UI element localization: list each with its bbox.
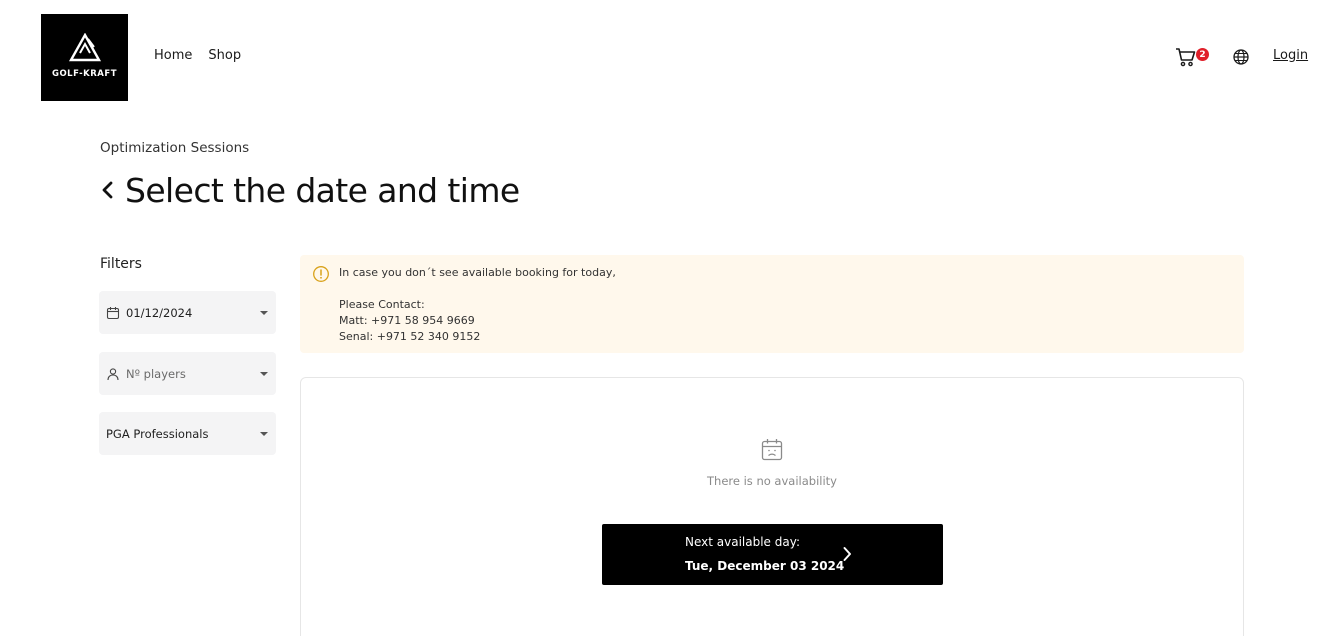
professional-filter-value: PGA Professionals: [106, 426, 209, 441]
logo-mark-icon: [68, 32, 101, 61]
date-filter-value: 01/12/2024: [126, 305, 193, 320]
notice-text: In case you don´t see available booking …: [339, 265, 616, 343]
notice-line: Please Contact:: [339, 298, 425, 311]
cart-icon: [1176, 48, 1196, 67]
page-title: Select the date and time: [125, 170, 520, 210]
nav-home-link[interactable]: Home: [154, 48, 192, 63]
next-available-date: Tue, December 03 2024: [685, 559, 845, 573]
notice-line: [339, 281, 616, 297]
no-availability-text: There is no availability: [707, 474, 837, 488]
players-filter-select[interactable]: Nº players: [99, 352, 276, 395]
login-link[interactable]: Login: [1273, 48, 1308, 63]
cart-count-badge: 2: [1196, 48, 1209, 61]
calendar-sad-icon: [761, 438, 783, 462]
next-available-day-button[interactable]: Next available day: Tue, December 03 202…: [602, 524, 943, 585]
title-row: Select the date and time: [100, 170, 520, 210]
next-available-label: Next available day:: [685, 535, 800, 549]
brand-logo[interactable]: GOLF-KRAFT: [41, 14, 128, 101]
cart-button[interactable]: [1175, 46, 1197, 68]
caret-down-icon: [260, 431, 268, 436]
notice-contact-senal: Senal: +971 52 340 9152: [339, 330, 481, 343]
globe-icon: [1233, 49, 1249, 65]
caret-down-icon: [260, 310, 268, 315]
breadcrumb: Optimization Sessions: [100, 140, 250, 156]
notice-line: In case you don´t see available booking …: [339, 266, 616, 279]
back-chevron-icon: [102, 181, 113, 199]
user-icon: [106, 367, 120, 381]
warning-icon: [312, 265, 330, 283]
nav-shop-link[interactable]: Shop: [208, 48, 241, 63]
filters-heading: Filters: [100, 256, 142, 272]
contact-notice: In case you don´t see available booking …: [300, 255, 1244, 353]
chevron-right-icon: [842, 546, 852, 562]
calendar-icon: [106, 306, 120, 320]
players-filter-placeholder: Nº players: [126, 366, 186, 381]
professional-filter-select[interactable]: PGA Professionals: [99, 412, 276, 455]
language-button[interactable]: [1232, 48, 1250, 66]
back-button[interactable]: [100, 170, 122, 210]
caret-down-icon: [260, 371, 268, 376]
date-filter-select[interactable]: 01/12/2024: [99, 291, 276, 334]
notice-contact-matt: Matt: +971 58 954 9669: [339, 314, 475, 327]
main-nav: Home Shop: [154, 48, 241, 63]
availability-panel: There is no availability Next available …: [300, 377, 1244, 636]
brand-name: GOLF-KRAFT: [51, 68, 117, 79]
